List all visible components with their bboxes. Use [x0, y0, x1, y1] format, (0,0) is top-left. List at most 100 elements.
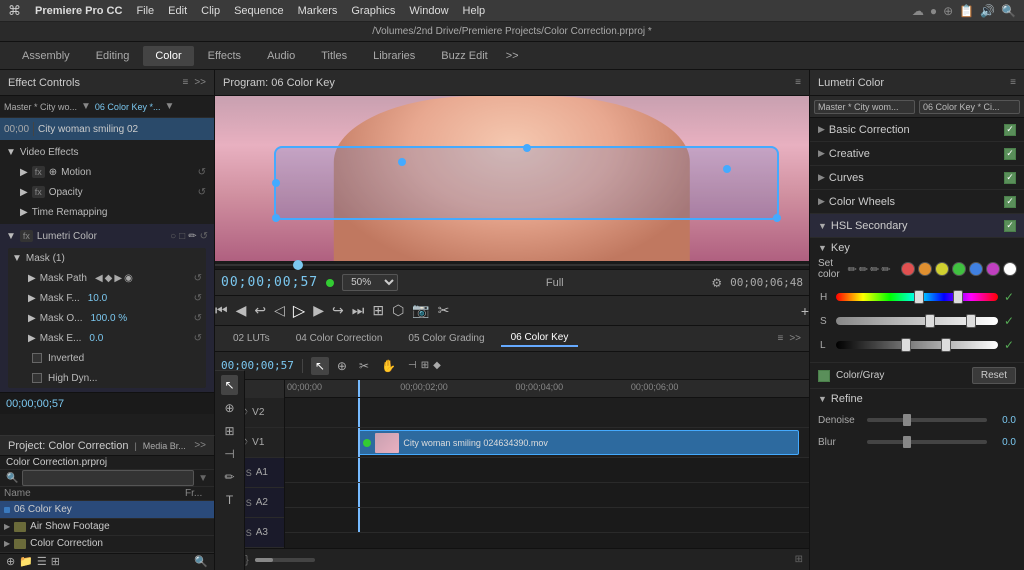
- opacity-item[interactable]: ▶ fx Opacity ↺: [4, 182, 210, 202]
- tab-editing[interactable]: Editing: [84, 46, 142, 66]
- tl-out-btn[interactable]: }: [245, 554, 249, 566]
- tool-text[interactable]: T: [223, 490, 236, 510]
- ec-track1[interactable]: Master * City wo...: [4, 102, 77, 112]
- btn-cam[interactable]: 📷: [412, 302, 429, 319]
- h-check[interactable]: ✓: [1004, 290, 1014, 304]
- mask-point-1[interactable]: [272, 179, 280, 187]
- monitor-menu-icon[interactable]: ≡: [795, 77, 801, 88]
- tab-color[interactable]: Color: [143, 46, 193, 66]
- s-slider-thumb-right[interactable]: [966, 314, 976, 328]
- menu-help[interactable]: Help: [463, 5, 486, 17]
- tl-tab-grading[interactable]: 05 Color Grading: [398, 331, 494, 346]
- effect-controls-more[interactable]: >>: [194, 77, 206, 88]
- lumetri-track2-dropdown[interactable]: 06 Color Key * Ci...: [919, 100, 1020, 114]
- tab-assembly[interactable]: Assembly: [10, 46, 82, 66]
- ve-expand-icon[interactable]: ▼: [6, 147, 16, 158]
- blur-thumb[interactable]: [903, 436, 911, 448]
- curves-expand[interactable]: ▶: [818, 172, 825, 183]
- tab-buzz-edit[interactable]: Buzz Edit: [429, 46, 499, 66]
- blur-slider[interactable]: [867, 440, 987, 444]
- motion-expand[interactable]: ▶: [20, 167, 28, 178]
- btn-export[interactable]: ⬡: [392, 302, 404, 319]
- creative-checkbox[interactable]: ✓: [1004, 148, 1016, 160]
- tl-marker-icon[interactable]: ◆: [433, 360, 441, 371]
- fit-label[interactable]: Full: [546, 277, 564, 289]
- s-slider-thumb-left[interactable]: [925, 314, 935, 328]
- motion-reset-icon[interactable]: ↺: [198, 167, 206, 178]
- cw-expand[interactable]: ▶: [818, 196, 825, 207]
- mask-overlay[interactable]: [274, 146, 779, 220]
- btn-safe[interactable]: ⊞: [372, 302, 384, 319]
- reset-button[interactable]: Reset: [972, 367, 1016, 384]
- mp-add-icon[interactable]: ◆: [105, 273, 113, 284]
- ec-track2[interactable]: 06 Color Key *...: [95, 102, 161, 112]
- swatch-orange[interactable]: [918, 262, 932, 276]
- tab-titles[interactable]: Titles: [309, 46, 359, 66]
- mp-reset-icon[interactable]: ↺: [194, 273, 202, 284]
- a1-s-icon[interactable]: S: [246, 468, 252, 478]
- swatch-white[interactable]: [1003, 262, 1017, 276]
- lumetri-menu-icon[interactable]: ≡: [1010, 77, 1016, 88]
- item-expand-1[interactable]: ▶: [4, 522, 10, 531]
- btn-go-start[interactable]: ⏮: [215, 302, 228, 319]
- swatch-yellow[interactable]: [935, 262, 949, 276]
- apple-logo-icon[interactable]: ⌘: [8, 3, 21, 19]
- swatch-red[interactable]: [901, 262, 915, 276]
- a2-s-icon[interactable]: S: [246, 498, 252, 508]
- project-item-color-key[interactable]: 06 Color Key: [0, 501, 214, 518]
- video-clip[interactable]: City woman smiling 024634390.mov: [358, 430, 798, 455]
- tl-scroll-icon[interactable]: ⊞: [795, 554, 803, 565]
- tl-tool-select[interactable]: ↖: [311, 357, 329, 375]
- workspace-tabs-more[interactable]: >>: [506, 50, 519, 62]
- mask-point-2[interactable]: [398, 158, 406, 166]
- mask-feather-value[interactable]: 10.0: [88, 293, 107, 304]
- project-item-color-corr[interactable]: ▶ Color Correction: [0, 536, 214, 553]
- mo-expand[interactable]: ▶: [28, 313, 36, 324]
- btn-go-end[interactable]: ⏭: [352, 302, 365, 319]
- menu-sequence[interactable]: Sequence: [234, 5, 284, 17]
- mf-reset-icon[interactable]: ↺: [194, 293, 202, 304]
- curves-checkbox[interactable]: ✓: [1004, 172, 1016, 184]
- playhead[interactable]: [358, 380, 360, 397]
- swatch-purple[interactable]: [986, 262, 1000, 276]
- lumetri-pen-icon[interactable]: ✏: [188, 231, 196, 242]
- hsl-expand[interactable]: ▼: [818, 221, 827, 231]
- tl-tab-color-corr[interactable]: 04 Color Correction: [286, 331, 393, 346]
- proj-btn-folder[interactable]: 📁: [19, 555, 33, 568]
- l-slider-thumb-left[interactable]: [901, 338, 911, 352]
- project-filter-icon[interactable]: ▼: [198, 473, 208, 484]
- mask-expand[interactable]: ▼: [12, 253, 22, 264]
- color-gray-checkbox[interactable]: [818, 370, 830, 382]
- me-expand[interactable]: ▶: [28, 333, 36, 344]
- menu-window[interactable]: Window: [409, 5, 448, 17]
- a3-s-icon[interactable]: S: [246, 528, 252, 538]
- denoise-slider[interactable]: [867, 418, 987, 422]
- mask-path-expand[interactable]: ▶: [28, 273, 36, 284]
- mask-point-3[interactable]: [523, 144, 531, 152]
- l-slider-track[interactable]: [836, 341, 998, 349]
- btn-loop2[interactable]: ↪: [332, 302, 344, 319]
- mp-record-icon[interactable]: ◉: [124, 273, 133, 284]
- mask-expansion-value[interactable]: 0.0: [89, 333, 103, 344]
- motion-item[interactable]: ▶ fx ⊕ Motion ↺: [4, 162, 210, 182]
- lumetri-rect-icon[interactable]: □: [179, 231, 185, 242]
- s-slider-track[interactable]: [836, 317, 998, 325]
- menu-markers[interactable]: Markers: [298, 5, 338, 17]
- mo-reset-icon[interactable]: ↺: [194, 313, 202, 324]
- l-slider-thumb-right[interactable]: [941, 338, 951, 352]
- menu-graphics[interactable]: Graphics: [351, 5, 395, 17]
- project-item-air-show[interactable]: ▶ Air Show Footage: [0, 519, 214, 536]
- proj-btn-grid[interactable]: ⊞: [51, 555, 60, 568]
- tr-expand[interactable]: ▶: [20, 207, 28, 218]
- tool-ripple[interactable]: ⊞: [221, 421, 237, 441]
- hsl-secondary-checkbox[interactable]: ✓: [1004, 220, 1016, 232]
- search-menu-icon[interactable]: 🔍: [1001, 4, 1016, 18]
- menu-clip[interactable]: Clip: [201, 5, 220, 17]
- tl-tool-hand[interactable]: ✋: [377, 357, 400, 375]
- tl-snap-icon[interactable]: ⊣: [408, 360, 417, 371]
- lumetri-ec-expand[interactable]: ▼: [6, 231, 16, 242]
- tl-more-icon[interactable]: >>: [789, 333, 801, 344]
- tl-tool-ripple[interactable]: ⊕: [333, 357, 351, 375]
- scrub-playhead[interactable]: [293, 260, 303, 270]
- refine-expand[interactable]: ▼: [818, 394, 827, 404]
